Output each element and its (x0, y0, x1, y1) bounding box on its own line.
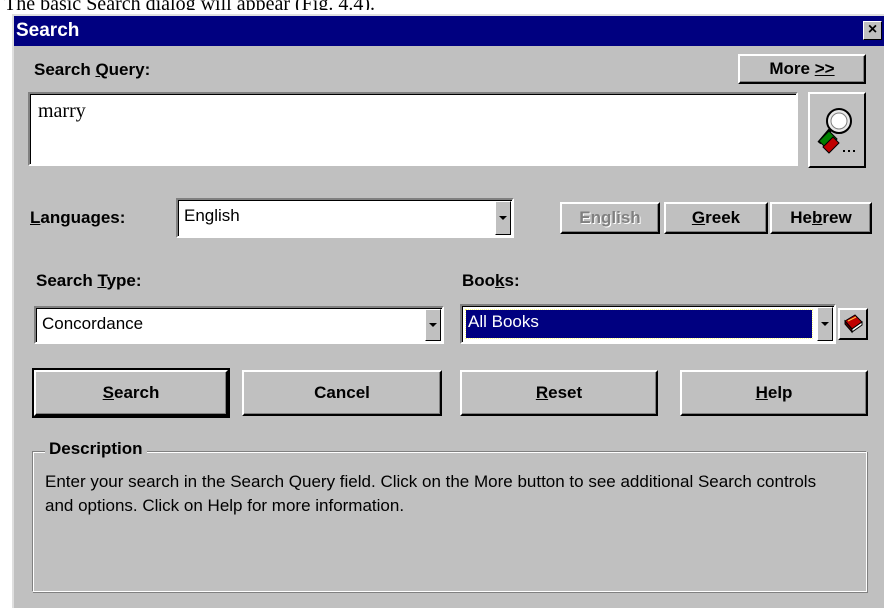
hebrew-filter-button[interactable]: Hebrew (770, 202, 872, 234)
search-type-combobox[interactable]: Concordance (34, 306, 444, 344)
more-button[interactable]: More >> (738, 54, 866, 84)
document-caption-fragment: The basic Search dialog will appear (Fig… (0, 0, 887, 10)
description-groupbox: Description Enter your search in the Sea… (32, 439, 867, 592)
description-text: Enter your search in the Search Query fi… (45, 472, 817, 515)
more-button-label: More >> (769, 59, 835, 78)
search-query-input[interactable]: marry (28, 92, 798, 166)
greek-filter-button[interactable]: Greek (664, 202, 768, 234)
search-button[interactable]: Search (32, 368, 230, 418)
languages-combobox[interactable]: English (176, 198, 514, 238)
search-query-label: Search Query: (34, 60, 151, 79)
books-combobox[interactable]: All Books (460, 304, 836, 344)
search-type-label: Search Type: (36, 271, 142, 290)
close-icon: × (867, 21, 878, 38)
english-filter-button[interactable]: English (560, 202, 660, 234)
combo-arrow-icon (499, 216, 507, 220)
book-picker-button[interactable] (838, 308, 868, 340)
search-type-dropdown-arrow[interactable] (425, 309, 441, 341)
description-legend: Description (45, 439, 147, 459)
title-bar: Search × (14, 16, 884, 46)
window-title: Search (16, 20, 80, 41)
combo-arrow-icon (429, 323, 437, 327)
combo-arrow-icon (821, 322, 829, 326)
book-icon (844, 314, 863, 334)
query-builder-button[interactable] (808, 92, 866, 168)
search-magnifier-icon (817, 108, 855, 154)
close-button[interactable]: × (863, 21, 882, 40)
languages-dropdown-arrow[interactable] (495, 201, 511, 235)
reset-button[interactable]: Reset (460, 370, 658, 416)
search-dialog: Search × Search Query: More >> marry Lan… (12, 14, 884, 608)
books-label: Books: (462, 271, 520, 290)
books-selected-value: All Books (465, 309, 813, 339)
help-button[interactable]: Help (680, 370, 868, 416)
languages-label: Languages: (30, 208, 126, 227)
cancel-button[interactable]: Cancel (242, 370, 442, 416)
books-dropdown-arrow[interactable] (817, 307, 833, 341)
